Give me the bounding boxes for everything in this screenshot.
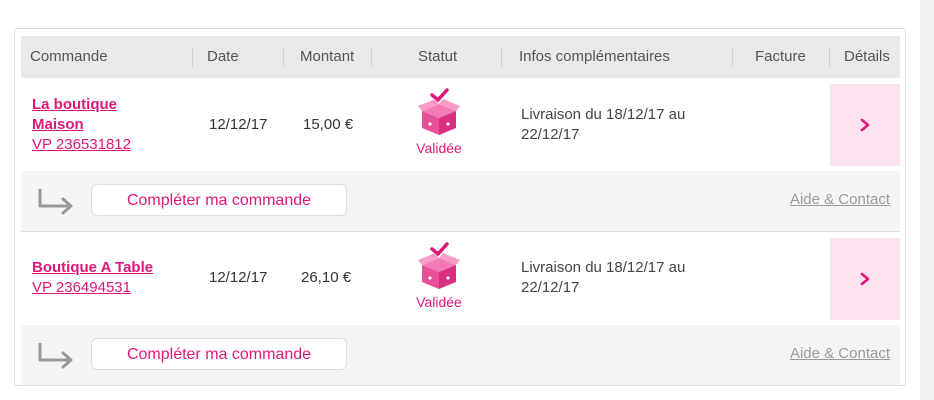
orders-panel: Commande Date Montant Statut Infos compl… bbox=[14, 28, 906, 386]
header-separator bbox=[371, 47, 372, 67]
delivery-info-line: Livraison du 18/12/17 au bbox=[521, 106, 686, 123]
header-date: Date bbox=[207, 48, 239, 65]
details-button[interactable] bbox=[830, 238, 900, 320]
order-status: Validée bbox=[409, 241, 469, 310]
header-commande: Commande bbox=[30, 48, 108, 65]
delivery-info-line: 22/12/17 bbox=[521, 126, 580, 143]
header-separator bbox=[732, 47, 733, 67]
details-button[interactable] bbox=[830, 84, 900, 166]
header-separator bbox=[829, 47, 830, 67]
delivery-info: Livraison du 18/12/17 au 22/12/17 bbox=[521, 105, 721, 145]
shop-name-link[interactable]: La boutique Maison bbox=[32, 95, 152, 135]
complete-order-button[interactable]: Compléter ma commande bbox=[91, 338, 347, 370]
chevron-right-icon bbox=[860, 118, 870, 132]
help-contact-link[interactable]: Aide & Contact bbox=[790, 191, 890, 208]
shop-name-link[interactable]: Boutique A Table bbox=[32, 258, 192, 278]
chevron-right-icon bbox=[860, 272, 870, 286]
order-amount: 26,10 € bbox=[301, 269, 352, 286]
return-arrow-icon bbox=[38, 189, 73, 215]
scrollbar-track[interactable] bbox=[920, 0, 934, 400]
order-row-main: Boutique A Table VP 236494531 12/12/17 2… bbox=[21, 232, 900, 325]
header-separator bbox=[283, 47, 284, 67]
order-date: 12/12/17 bbox=[209, 116, 268, 133]
order-amount: 15,00 € bbox=[303, 116, 354, 133]
header-facture: Facture bbox=[755, 48, 806, 65]
order-footer: Compléter ma commande Aide & Contact bbox=[21, 325, 900, 386]
delivery-info-line: 22/12/17 bbox=[521, 279, 580, 296]
pink-box-check-icon bbox=[418, 88, 460, 135]
order-date: 12/12/17 bbox=[209, 269, 268, 286]
shop-name-line: Maison bbox=[32, 116, 84, 133]
complete-order-button[interactable]: Compléter ma commande bbox=[91, 184, 347, 216]
pink-box-check-icon bbox=[418, 242, 460, 289]
header-separator bbox=[192, 47, 193, 67]
header-separator bbox=[501, 47, 502, 67]
header-details: Détails bbox=[844, 48, 890, 65]
return-arrow-icon bbox=[38, 343, 73, 369]
header-infos: Infos complémentaires bbox=[519, 48, 670, 65]
order-ref-link[interactable]: VP 236531812 bbox=[32, 135, 131, 155]
status-label: Validée bbox=[416, 294, 462, 310]
shop-name-line: La boutique bbox=[32, 96, 117, 113]
order-row: Boutique A Table VP 236494531 12/12/17 2… bbox=[21, 232, 900, 386]
header-montant: Montant bbox=[300, 48, 355, 65]
delivery-info-line: Livraison du 18/12/17 au bbox=[521, 259, 686, 276]
order-footer: Compléter ma commande Aide & Contact bbox=[21, 171, 900, 232]
order-ref-link[interactable]: VP 236494531 bbox=[32, 278, 131, 298]
delivery-info: Livraison du 18/12/17 au 22/12/17 bbox=[521, 258, 721, 298]
table-header: Commande Date Montant Statut Infos compl… bbox=[21, 36, 900, 78]
help-contact-link[interactable]: Aide & Contact bbox=[790, 345, 890, 362]
status-label: Validée bbox=[416, 140, 462, 156]
order-row-main: La boutique Maison VP 236531812 12/12/17… bbox=[21, 78, 900, 171]
header-statut: Statut bbox=[418, 48, 458, 65]
order-row: La boutique Maison VP 236531812 12/12/17… bbox=[21, 78, 900, 232]
order-status: Validée bbox=[409, 87, 469, 156]
